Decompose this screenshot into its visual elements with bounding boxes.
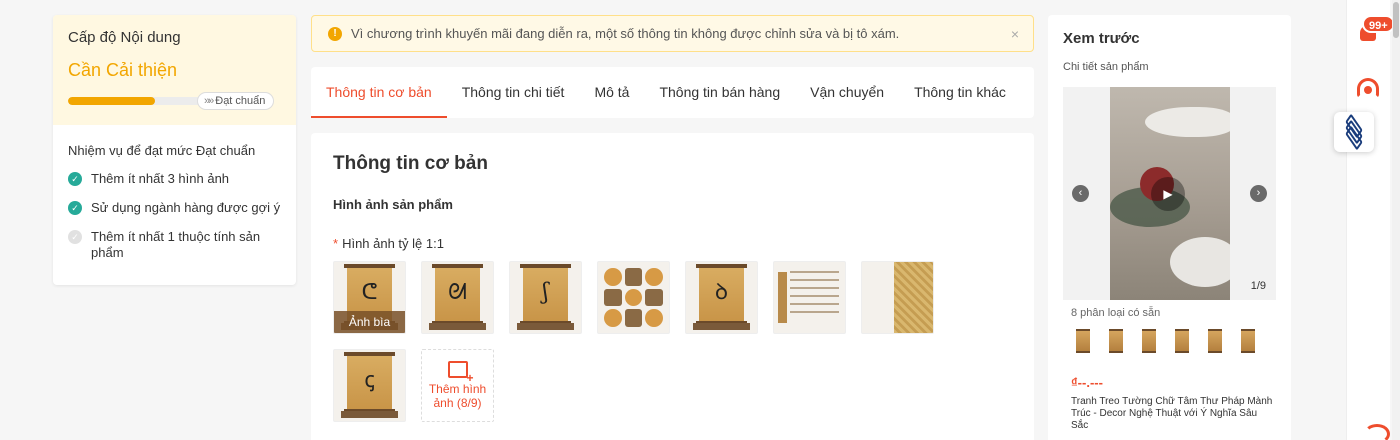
standard-label: Đạt chuẩn bbox=[215, 95, 266, 107]
preview-subtitle: Chi tiết sản phẩm bbox=[1063, 61, 1149, 73]
variant-thumb[interactable] bbox=[1142, 329, 1156, 353]
image-gallery: ᕦ Ảnh bìa ᘛ ʃ ꝺ ꞔ + Thêm hình ảnh (8/9) bbox=[333, 261, 953, 437]
tab-detail-info[interactable]: Thông tin chi tiết bbox=[447, 67, 580, 118]
product-image-thumb[interactable] bbox=[597, 261, 670, 334]
product-image-thumb[interactable]: ᘛ bbox=[421, 261, 494, 334]
ratio-text: Hình ảnh tỷ lệ 1:1 bbox=[342, 236, 444, 251]
variant-thumb[interactable] bbox=[1109, 329, 1123, 353]
preview-title: Xem trước bbox=[1063, 30, 1140, 47]
floating-sidebar bbox=[1346, 0, 1390, 440]
tab-other-info[interactable]: Thông tin khác bbox=[899, 67, 1021, 118]
product-image-thumb[interactable]: ʃ bbox=[509, 261, 582, 334]
tab-description[interactable]: Mô tả bbox=[579, 67, 644, 118]
progress-track bbox=[68, 97, 218, 105]
content-level-title: Cấp độ Nội dung bbox=[68, 29, 181, 46]
content-level-card: Cấp độ Nội dung Cần Cải thiện »» Đạt chuẩ… bbox=[53, 15, 296, 285]
scrollbar[interactable] bbox=[1392, 0, 1400, 440]
tab-shipping[interactable]: Vận chuyển bbox=[795, 67, 899, 118]
standard-badge: »» Đạt chuẩn bbox=[197, 92, 275, 110]
images-label: Hình ảnh sản phẩm bbox=[333, 197, 453, 212]
variant-thumb[interactable] bbox=[1208, 329, 1222, 353]
variant-thumb[interactable] bbox=[1175, 329, 1189, 353]
layers-icon bbox=[1341, 113, 1367, 151]
section-title: Thông tin cơ bản bbox=[333, 153, 488, 174]
product-image-thumb[interactable] bbox=[773, 261, 846, 334]
play-icon[interactable]: ▶ bbox=[1151, 177, 1185, 211]
variant-thumbs bbox=[1063, 329, 1276, 353]
chevron-left-icon[interactable]: ‹ bbox=[1072, 185, 1089, 202]
product-image-thumb[interactable] bbox=[861, 261, 934, 334]
preview-panel: Xem trước Chi tiết sản phẩm ▶ ‹ › 1/9 8 … bbox=[1048, 15, 1291, 440]
image-counter: 1/9 bbox=[1250, 280, 1266, 292]
preview-price: ₫--.--- bbox=[1071, 375, 1103, 390]
task-list: Nhiệm vụ để đạt mức Đạt chuẩn ✓ Thêm ít … bbox=[53, 125, 296, 261]
tab-sales-info[interactable]: Thông tin bán hàng bbox=[644, 67, 795, 118]
task-label: Thêm ít nhất 1 thuộc tính sản phẩm bbox=[91, 229, 261, 260]
check-icon: ✓ bbox=[68, 201, 82, 215]
tab-basic-info[interactable]: Thông tin cơ bản bbox=[311, 67, 447, 118]
variant-thumb[interactable] bbox=[1241, 329, 1255, 353]
content-level-header: Cấp độ Nội dung Cần Cải thiện »» Đạt chuẩ… bbox=[53, 15, 296, 125]
check-icon: ✓ bbox=[68, 172, 82, 186]
add-image-icon bbox=[447, 361, 474, 385]
promotion-notice: ! Vì chương trình khuyến mãi đang diễn r… bbox=[311, 15, 1034, 52]
chevrons-right-icon: »» bbox=[204, 95, 214, 107]
add-image-button[interactable]: Thêm hình ảnh (8/9) bbox=[421, 349, 494, 422]
support-icon[interactable] bbox=[1357, 78, 1379, 98]
assistant-icon[interactable] bbox=[1364, 424, 1390, 440]
cover-label: Ảnh bìa bbox=[334, 311, 405, 333]
add-image-label: Thêm hình ảnh (8/9) bbox=[428, 382, 487, 410]
product-image-thumb[interactable]: ꝺ bbox=[685, 261, 758, 334]
task-label: Sử dụng ngành hàng được gợi ý bbox=[91, 200, 281, 215]
task-item: ✓ Thêm ít nhất 1 thuộc tính sản phẩm bbox=[68, 229, 281, 261]
task-item: ✓ Thêm ít nhất 3 hình ảnh bbox=[68, 171, 281, 187]
check-icon: ✓ bbox=[68, 230, 82, 244]
task-heading: Nhiệm vụ để đạt mức Đạt chuẩn bbox=[68, 143, 256, 158]
task-label: Thêm ít nhất 3 hình ảnh bbox=[91, 171, 230, 186]
content-level-progress: »» Đạt chuẩn bbox=[68, 92, 281, 110]
chevron-right-icon[interactable]: › bbox=[1250, 185, 1267, 202]
content-level-status: Cần Cải thiện bbox=[68, 60, 178, 80]
task-item: ✓ Sử dụng ngành hàng được gợi ý bbox=[68, 200, 281, 216]
product-image-thumb[interactable]: ᕦ Ảnh bìa bbox=[333, 261, 406, 334]
preview-product-name: Tranh Treo Tường Chữ Tâm Thư Pháp Mành T… bbox=[1071, 396, 1273, 431]
warning-icon: ! bbox=[328, 26, 342, 41]
ratio-label: * Hình ảnh tỷ lệ 1:1 bbox=[333, 236, 1012, 251]
layers-button[interactable] bbox=[1334, 112, 1374, 152]
product-image-thumb[interactable]: ꞔ bbox=[333, 349, 406, 422]
variant-thumb[interactable] bbox=[1076, 329, 1090, 353]
basic-info-section: Thông tin cơ bản Hình ảnh sản phẩm * Hình… bbox=[311, 133, 1034, 440]
notice-text: Vì chương trình khuyến mãi đang diễn ra,… bbox=[351, 26, 900, 41]
required-mark: * bbox=[333, 236, 339, 251]
tab-bar: Thông tin cơ bản Thông tin chi tiết Mô t… bbox=[311, 67, 1034, 118]
close-icon[interactable]: × bbox=[1011, 26, 1019, 42]
preview-media: ▶ ‹ › 1/9 bbox=[1063, 87, 1276, 300]
progress-fill bbox=[68, 97, 155, 105]
variant-count: 8 phân loại có sẵn bbox=[1071, 307, 1161, 319]
notification-badge: 99+ bbox=[1362, 15, 1395, 33]
